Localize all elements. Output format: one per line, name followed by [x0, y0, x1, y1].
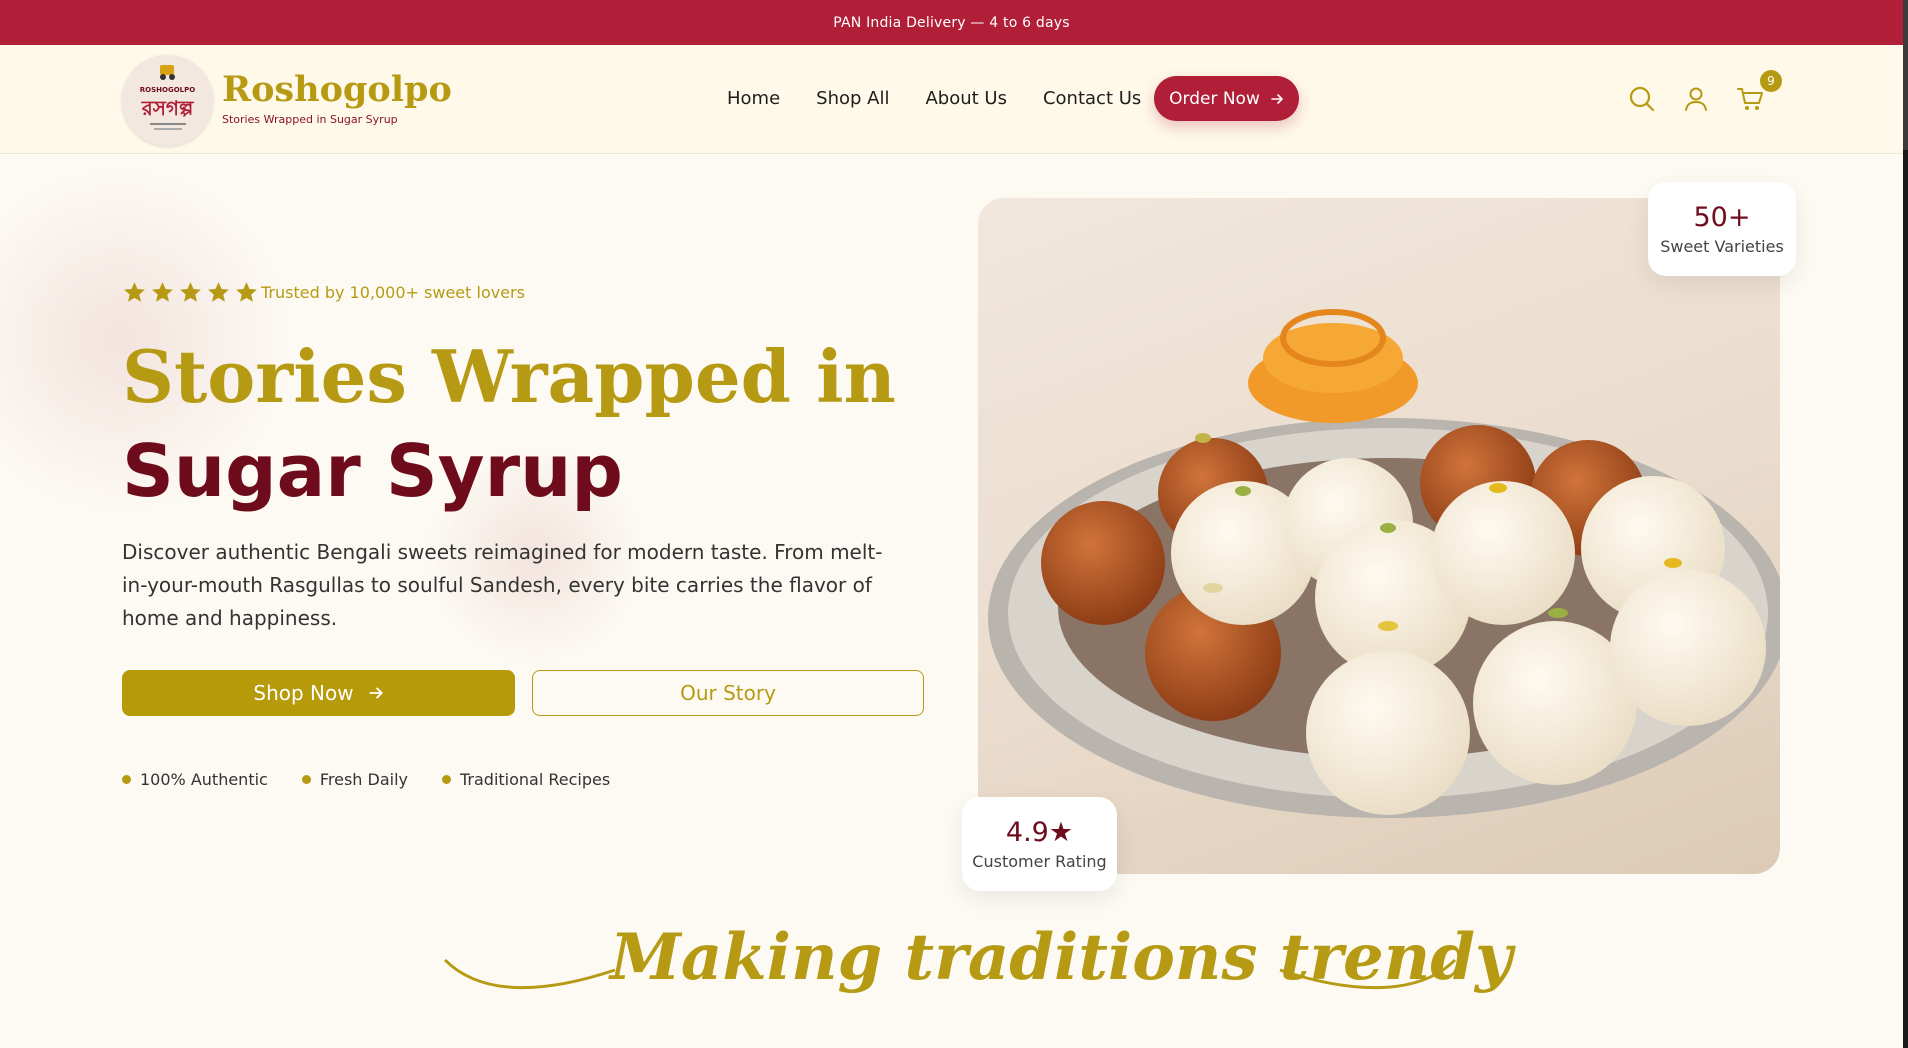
order-now-button[interactable]: Order Now [1154, 76, 1299, 121]
left-swash-decoration [443, 958, 616, 990]
cart-count-badge: 9 [1760, 70, 1782, 92]
stat-label: Customer Rating [972, 852, 1107, 871]
arrow-right-icon [368, 687, 383, 699]
hero-description: Discover authentic Bengali sweets reimag… [122, 540, 883, 630]
star-icon [180, 282, 201, 302]
stat-card-varieties: 50+ Sweet Varieties [1648, 182, 1796, 276]
star-icon [124, 282, 145, 302]
star-icon [236, 282, 257, 302]
scrollbar-thumb[interactable] [1903, 0, 1908, 150]
star-icon [208, 282, 229, 302]
bullet-dot-icon [301, 775, 311, 784]
stat-card-rating: 4.9★ Customer Rating [962, 797, 1117, 891]
search-icon[interactable] [1628, 85, 1656, 113]
arrow-right-icon [1271, 93, 1283, 104]
stat-value: 50+ [1693, 202, 1751, 233]
rating-stars [122, 280, 259, 305]
brand-name[interactable]: Roshogolpo [222, 69, 452, 110]
hero-headline: Stories Wrapped in Sugar Syrup [122, 330, 942, 518]
headline-maroon: Sugar Syrup [122, 429, 623, 513]
announcement-text: PAN India Delivery — 4 to 6 days [833, 14, 1070, 31]
star-icon [152, 282, 173, 302]
feature-item: Traditional Recipes [441, 770, 611, 789]
cart-icon[interactable] [1736, 85, 1764, 113]
brand-logo[interactable]: ROSHOGOLPO রসগল্প [122, 55, 213, 146]
nav-shop-all[interactable]: Shop All [816, 88, 889, 109]
headline-gold: Stories Wrapped in [122, 334, 896, 419]
stat-label: Sweet Varieties [1660, 237, 1784, 256]
feature-list: 100% Authentic Fresh Daily Traditional R… [122, 770, 644, 789]
announcement-bar: PAN India Delivery — 4 to 6 days [0, 0, 1903, 45]
order-now-label: Order Now [1169, 88, 1260, 109]
bullet-dot-icon [122, 775, 131, 784]
feature-label: Traditional Recipes [459, 770, 611, 789]
main-nav: Home Shop All About Us Contact Us [727, 88, 1177, 109]
feature-label: 100% Authentic [140, 770, 268, 789]
shop-now-button[interactable]: Shop Now [122, 670, 515, 716]
our-story-label: Our Story [680, 681, 776, 705]
bullet-dot-icon [441, 775, 451, 784]
nav-contact-us[interactable]: Contact Us [1043, 88, 1141, 109]
shop-now-label: Shop Now [253, 681, 354, 705]
nav-home[interactable]: Home [727, 88, 780, 109]
feature-item: 100% Authentic [122, 770, 268, 789]
logo-bengali: রসগল্প [141, 96, 194, 120]
brand-tagline: Stories Wrapped in Sugar Syrup [222, 113, 398, 126]
page-scrollbar[interactable] [1903, 0, 1908, 1048]
user-icon[interactable] [1682, 85, 1710, 113]
stat-value: 4.9★ [1005, 817, 1074, 848]
hero-sweets-image [978, 198, 1780, 874]
feature-item: Fresh Daily [301, 770, 408, 789]
our-story-button[interactable]: Our Story [532, 670, 924, 716]
trusted-text: Trusted by 10,000+ sweet lovers [261, 283, 525, 302]
site-header: ROSHOGOLPO রসগল্প Roshogolpo Stories Wra… [0, 45, 1903, 154]
right-swash-decoration [1279, 958, 1457, 990]
nav-about-us[interactable]: About Us [925, 88, 1007, 109]
logo-title: ROSHOGOLPO [140, 86, 195, 94]
feature-label: Fresh Daily [319, 770, 408, 789]
section-tagline: Making traditions trendy [610, 920, 1513, 995]
